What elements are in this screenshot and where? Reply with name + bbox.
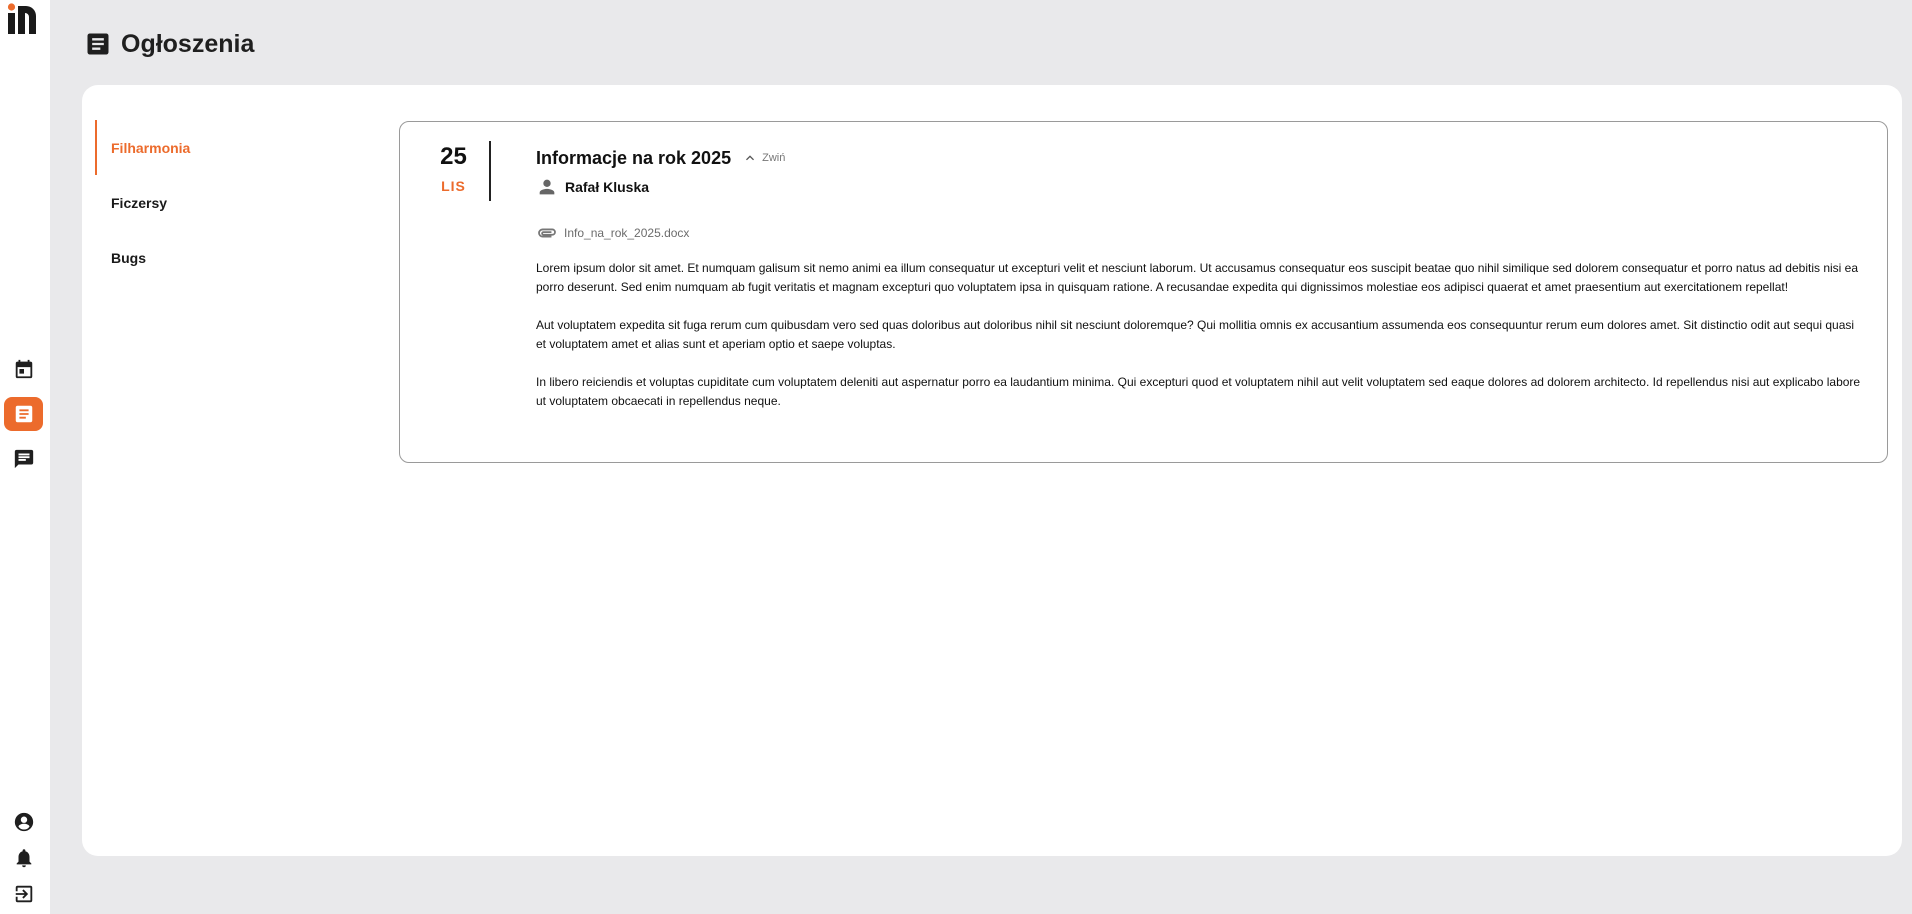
announcement-body: Lorem ipsum dolor sit amet. Et numquam g… [536,259,1861,411]
nav-calendar[interactable] [4,352,43,386]
page-header: Ogłoszenia [84,26,254,62]
category-ficzersy[interactable]: Ficzersy [95,175,335,230]
collapse-label: Zwiń [762,152,786,164]
main-panel: Filharmonia Ficzersy Bugs 25 LIS Informa… [82,85,1902,856]
app-logo[interactable] [7,3,39,35]
document-icon [15,405,32,423]
nav-rail [0,0,50,914]
attachment-row[interactable]: Info_na_rok_2025.docx [536,224,1861,242]
nav-notifications[interactable] [4,841,43,875]
nav-announcements[interactable] [4,397,43,431]
author-name: Rafał Kluska [565,179,650,195]
announcement-title: Informacje na rok 2025 [536,147,732,168]
body-paragraph: In libero reiciendis et voluptas cupidit… [536,375,1861,408]
logout-icon [15,885,32,903]
title-row: Informacje na rok 2025 Zwiń [536,146,1861,170]
page-title: Ogłoszenia [121,29,255,58]
date-divider [489,141,491,201]
chat-icon [14,449,33,469]
category-filharmonia[interactable]: Filharmonia [95,120,335,175]
person-icon [539,179,555,195]
nav-account[interactable] [4,805,43,839]
author-row: Rafał Kluska [536,176,1861,198]
attachment-link[interactable]: Info_na_rok_2025.docx [564,226,689,240]
calendar-icon [15,359,32,379]
category-bugs[interactable]: Bugs [95,230,335,285]
category-list: Filharmonia Ficzersy Bugs [95,120,335,285]
chevron-up-icon [746,155,755,161]
collapse-button[interactable]: Zwiń [742,150,785,166]
announcement-content: Informacje na rok 2025 Zwiń Rafał Kluska… [536,146,1861,411]
announcement-card: 25 LIS Informacje na rok 2025 Zwiń Rafał… [399,121,1888,463]
body-paragraph: Lorem ipsum dolor sit amet. Et numquam g… [536,261,1859,294]
document-icon [87,33,109,55]
body-paragraph: Aut voluptatem expedita sit fuga rerum c… [536,318,1855,351]
bell-icon [16,849,31,868]
account-icon [14,812,33,832]
attachment-icon [538,228,556,238]
nav-messages[interactable] [4,442,43,476]
nav-logout[interactable] [4,877,43,911]
